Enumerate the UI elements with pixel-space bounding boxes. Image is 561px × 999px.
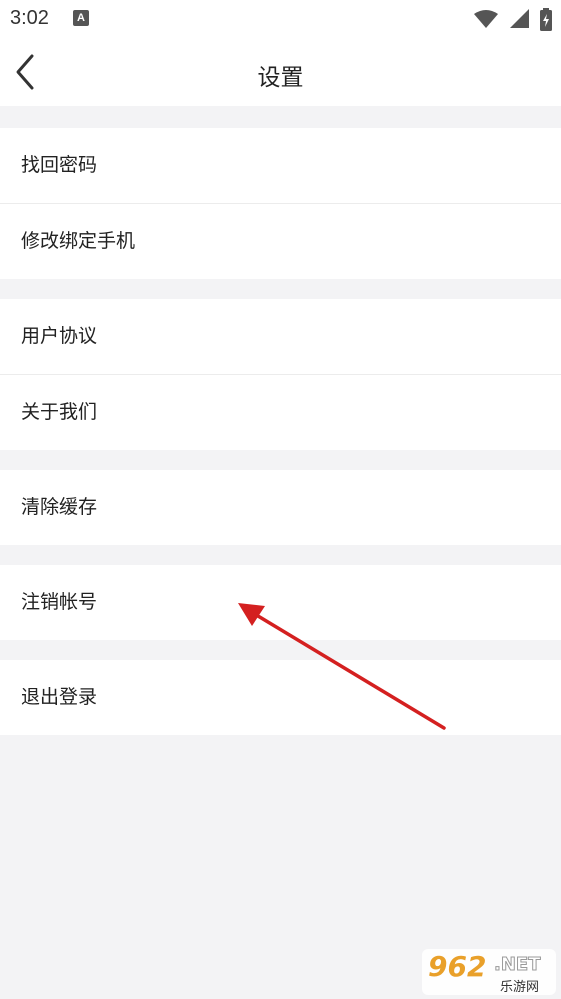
- settings-item-label: 用户协议: [21, 325, 98, 347]
- settings-group-info: 用户协议 关于我们: [0, 299, 561, 450]
- settings-item-clear-cache[interactable]: 清除缓存: [0, 470, 561, 545]
- watermark-logo: 962 .NET 乐游网: [422, 949, 556, 995]
- settings-group-cache: 清除缓存: [0, 470, 561, 545]
- watermark-brand: 962: [428, 950, 487, 983]
- battery-icon: [540, 8, 552, 31]
- settings-item-label: 注销帐号: [21, 591, 98, 613]
- settings-item-about-us[interactable]: 关于我们: [0, 374, 561, 450]
- settings-item-label: 修改绑定手机: [21, 230, 136, 252]
- wifi-icon: [473, 10, 498, 28]
- watermark-subtitle: 乐游网: [500, 980, 540, 995]
- settings-item-label: 关于我们: [21, 401, 98, 423]
- settings-item-logout[interactable]: 退出登录: [0, 660, 561, 735]
- settings-item-deactivate-account[interactable]: 注销帐号: [0, 565, 561, 640]
- watermark-suffix: .NET: [493, 954, 541, 976]
- nav-bar: 设置: [0, 40, 561, 106]
- settings-group-deactivate: 注销帐号: [0, 565, 561, 640]
- settings-group-account: 找回密码 修改绑定手机: [0, 128, 561, 279]
- settings-group-logout: 退出登录: [0, 660, 561, 735]
- settings-item-label: 清除缓存: [21, 496, 98, 518]
- settings-item-change-phone[interactable]: 修改绑定手机: [0, 203, 561, 279]
- settings-item-label: 退出登录: [21, 686, 98, 708]
- settings-item-recover-password[interactable]: 找回密码: [0, 128, 561, 203]
- settings-item-label: 找回密码: [21, 154, 98, 176]
- page-title: 设置: [257, 65, 304, 91]
- status-icons: [469, 8, 553, 31]
- status-time: 3:02: [10, 7, 49, 29]
- notification-icon: A: [73, 10, 89, 26]
- status-bar: 3:02 A: [0, 0, 561, 40]
- settings-item-user-agreement[interactable]: 用户协议: [0, 299, 561, 374]
- cellular-signal-icon: [509, 9, 529, 28]
